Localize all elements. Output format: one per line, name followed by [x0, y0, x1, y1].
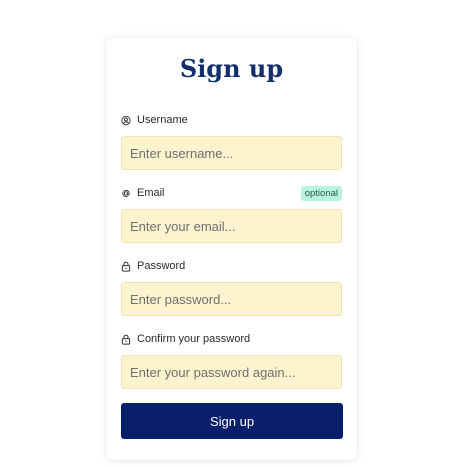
email-input[interactable]	[121, 209, 342, 243]
optional-badge: optional	[300, 186, 342, 201]
at-icon	[121, 187, 131, 199]
confirm-password-label-row: Confirm your password	[121, 331, 342, 347]
confirm-password-label: Confirm your password	[137, 333, 251, 345]
email-label: Email	[137, 187, 165, 199]
username-input[interactable]	[121, 136, 342, 170]
username-label: Username	[137, 114, 188, 126]
page-title: Sign up	[179, 54, 284, 83]
lock-icon	[121, 333, 131, 345]
username-field-group: Username	[121, 112, 342, 170]
signup-card: Sign up Username Email opt	[106, 38, 357, 460]
confirm-password-field-group: Confirm your password	[121, 331, 342, 389]
password-label-row: Password	[121, 258, 342, 274]
password-input[interactable]	[121, 282, 342, 316]
password-field-group: Password	[121, 258, 342, 316]
sign-up-button[interactable]: Sign up	[121, 403, 343, 439]
password-label: Password	[137, 260, 186, 272]
confirm-password-input[interactable]	[121, 355, 342, 389]
email-field-group: Email optional	[121, 185, 342, 243]
email-label-row: Email optional	[121, 185, 342, 201]
user-circle-icon	[121, 114, 131, 126]
username-label-row: Username	[121, 112, 342, 128]
lock-icon	[121, 260, 131, 272]
